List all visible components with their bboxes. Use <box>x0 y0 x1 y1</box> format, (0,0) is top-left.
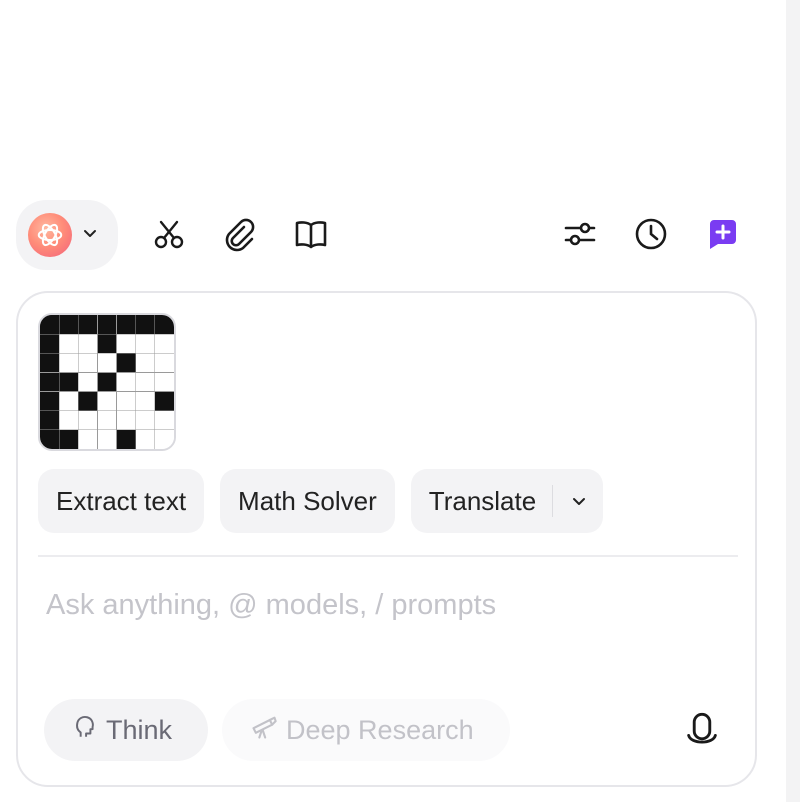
microphone-icon[interactable] <box>680 709 724 753</box>
extract-text-button[interactable]: Extract text <box>38 469 205 533</box>
math-solver-label: Math Solver <box>238 485 377 516</box>
translate-label: Translate <box>428 485 537 516</box>
chevron-down-icon[interactable] <box>565 493 593 509</box>
deep-research-label: Deep Research <box>286 714 474 745</box>
paperclip-icon[interactable] <box>218 212 262 256</box>
clock-icon[interactable] <box>629 212 673 256</box>
divider <box>38 555 738 557</box>
think-button[interactable]: Think <box>44 699 208 761</box>
new-chat-icon[interactable] <box>700 212 744 256</box>
openai-logo-icon <box>28 213 72 257</box>
sliders-icon[interactable] <box>558 212 602 256</box>
attached-image-thumbnail[interactable] <box>38 313 176 451</box>
chevron-down-icon <box>82 225 98 246</box>
model-selector[interactable] <box>16 200 118 270</box>
book-open-icon[interactable] <box>289 212 333 256</box>
prompt-input[interactable] <box>46 585 706 625</box>
scissors-icon[interactable] <box>147 212 191 256</box>
translate-button[interactable]: Translate <box>410 469 604 533</box>
think-label: Think <box>106 714 173 745</box>
chip-separator <box>552 485 554 517</box>
extract-text-label: Extract text <box>56 485 187 516</box>
telescope-icon <box>250 713 278 748</box>
deep-research-button[interactable]: Deep Research <box>222 699 510 761</box>
toolbar <box>0 200 786 272</box>
window-edge <box>786 0 800 802</box>
brain-icon <box>72 714 98 747</box>
quick-actions: Extract text Math Solver Translate <box>38 469 604 533</box>
math-solver-button[interactable]: Math Solver <box>220 469 395 533</box>
chat-composer: Extract text Math Solver Translate Think <box>16 291 757 787</box>
